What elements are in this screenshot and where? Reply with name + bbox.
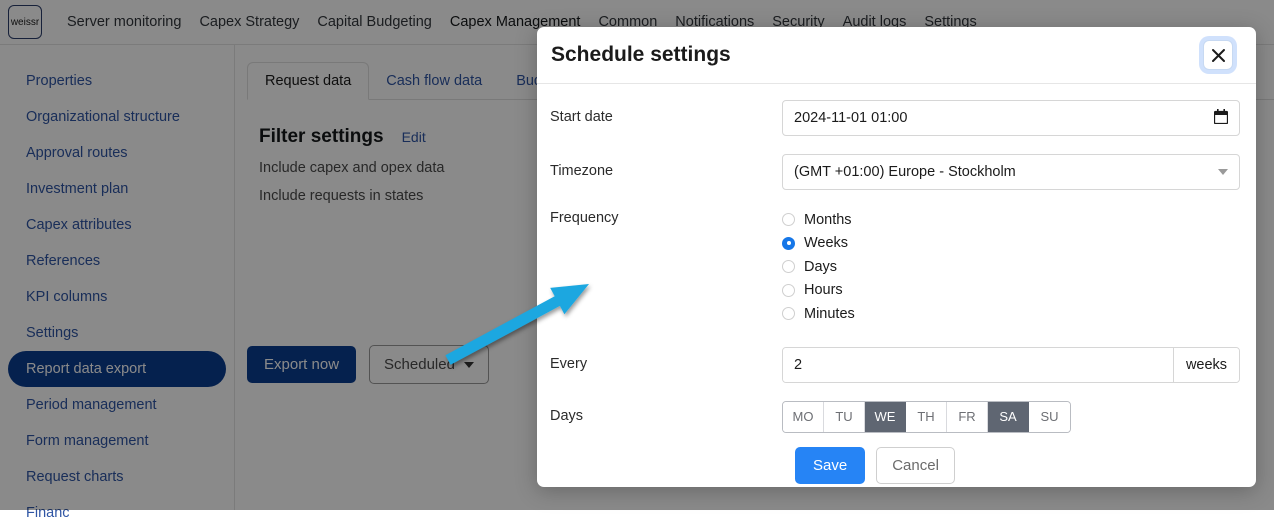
every-input-group: 2 weeks [782,347,1240,383]
frequency-option-hours[interactable]: Hours [782,279,1240,303]
frequency-option-minutes[interactable]: Minutes [782,302,1240,326]
frequency-option-label: Days [804,259,837,275]
field-days: Days MOTUWETHFRSASU [550,401,1240,433]
every-unit-label: weeks [1173,348,1239,382]
frequency-option-label: Hours [804,282,843,298]
save-button[interactable]: Save [795,447,865,484]
schedule-settings-dialog: Schedule settings Start date 2024-11-01 … [537,27,1256,487]
dialog-header: Schedule settings [537,27,1256,84]
close-icon[interactable] [1203,40,1233,70]
frequency-option-label: Months [804,212,852,228]
every-label: Every [550,347,782,372]
field-timezone: Timezone (GMT +01:00) Europe - Stockholm [550,154,1240,190]
timezone-value: (GMT +01:00) Europe - Stockholm [794,164,1016,180]
start-date-label: Start date [550,100,782,125]
day-toggle-su[interactable]: SU [1029,402,1070,432]
calendar-icon[interactable] [1214,109,1228,128]
frequency-option-label: Minutes [804,306,855,322]
radio-hours-unchecked[interactable] [782,284,795,297]
frequency-option-months[interactable]: Months [782,208,1240,232]
start-date-value: 2024-11-01 01:00 [794,110,907,126]
frequency-label: Frequency [550,208,782,226]
day-toggle-we[interactable]: WE [865,402,906,432]
days-toggle-group: MOTUWETHFRSASU [782,401,1071,433]
dialog-footer: Save Cancel [795,447,1240,484]
radio-minutes-unchecked[interactable] [782,307,795,320]
day-toggle-fr[interactable]: FR [947,402,988,432]
cancel-button[interactable]: Cancel [876,447,955,484]
timezone-label: Timezone [550,154,782,179]
start-date-input[interactable]: 2024-11-01 01:00 [782,100,1240,136]
frequency-option-days[interactable]: Days [782,255,1240,279]
frequency-option-weeks[interactable]: Weeks [782,232,1240,256]
day-toggle-mo[interactable]: MO [783,402,824,432]
radio-days-unchecked[interactable] [782,260,795,273]
dialog-title: Schedule settings [551,43,1203,67]
dialog-body: Start date 2024-11-01 01:00 [537,84,1256,484]
frequency-option-label: Weeks [804,235,848,251]
field-every: Every 2 weeks [550,347,1240,383]
days-label: Days [550,401,782,424]
field-start-date: Start date 2024-11-01 01:00 [550,100,1240,136]
radio-months-unchecked[interactable] [782,213,795,226]
day-toggle-sa[interactable]: SA [988,402,1029,432]
radio-weeks-checked[interactable] [782,237,795,250]
chevron-down-icon [1218,169,1228,175]
timezone-select[interactable]: (GMT +01:00) Europe - Stockholm [782,154,1240,190]
frequency-radio-group: Months Weeks Days Hours Minutes [782,208,1240,326]
field-frequency: Frequency Months Weeks Days Hours Minutes [550,208,1240,326]
day-toggle-tu[interactable]: TU [824,402,865,432]
day-toggle-th[interactable]: TH [906,402,947,432]
every-input[interactable]: 2 [783,348,1173,382]
